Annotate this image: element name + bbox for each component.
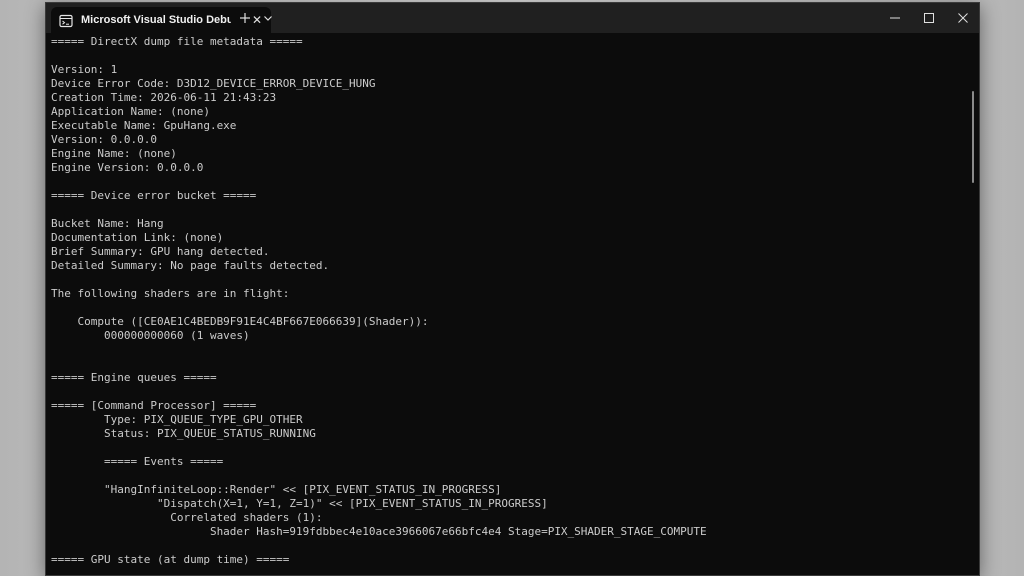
- console-line: Executable Name: GpuHang.exe: [51, 119, 237, 132]
- minimize-icon[interactable]: [878, 3, 912, 33]
- console-line: Status: PIX_QUEUE_STATUS_RUNNING: [51, 427, 316, 440]
- console-line: Device Error Code: D3D12_DEVICE_ERROR_DE…: [51, 77, 376, 90]
- console-line: Detailed Summary: No page faults detecte…: [51, 259, 330, 272]
- console-line: Application Name: (none): [51, 105, 210, 118]
- console-output[interactable]: ===== DirectX dump file metadata ===== Ve…: [51, 35, 966, 573]
- tab-title: Microsoft Visual Studio Debu: [81, 14, 231, 26]
- console-line: ===== DirectX dump file metadata =====: [51, 35, 303, 48]
- plus-icon[interactable]: [234, 8, 256, 28]
- console-line: Correlated shaders (1):: [51, 511, 323, 524]
- terminal-window: Microsoft Visual Studio Debu ✕ ===== Dir…: [45, 2, 980, 576]
- chevron-down-icon[interactable]: [258, 8, 278, 28]
- console-line: Engine Version: 0.0.0.0: [51, 161, 204, 174]
- console-line: Version: 0.0.0.0: [51, 133, 157, 146]
- console-line: Creation Time: 2026-06-11 21:43:23: [51, 91, 277, 104]
- scroll-thumb[interactable]: [972, 91, 974, 183]
- console-line: ===== Events =====: [51, 455, 224, 468]
- console-line: Type: PIX_QUEUE_TYPE_GPU_OTHER: [51, 413, 303, 426]
- console-line: Shader Hash=919fdbbec4e10ace3966067e66bf…: [51, 525, 707, 538]
- title-bar[interactable]: Microsoft Visual Studio Debu ✕: [46, 3, 979, 33]
- console-line: Compute ([CE0AE1C4BEDB9F91E4C4BF667E0666…: [51, 315, 429, 328]
- console-line: "Dispatch(X=1, Y=1, Z=1)" << [PIX_EVENT_…: [51, 497, 548, 510]
- console-line: ===== [Command Processor] =====: [51, 399, 257, 412]
- vertical-scrollbar[interactable]: [970, 35, 976, 573]
- console-line: ===== Engine queues =====: [51, 371, 217, 384]
- console-line: Engine Name: (none): [51, 147, 177, 160]
- console-line: Brief Summary: GPU hang detected.: [51, 245, 270, 258]
- terminal-icon: [59, 13, 73, 28]
- console-line: Bucket Name: Hang: [51, 217, 164, 230]
- console-line: 000000000060 (1 waves): [51, 329, 250, 342]
- console-line: ===== Device error bucket =====: [51, 189, 257, 202]
- maximize-icon[interactable]: [912, 3, 946, 33]
- console-line: The following shaders are in flight:: [51, 287, 290, 300]
- console-line: ===== GPU state (at dump time) =====: [51, 553, 290, 566]
- window-close-icon[interactable]: [946, 3, 979, 33]
- console-line: "HangInfiniteLoop::Render" << [PIX_EVENT…: [51, 483, 502, 496]
- console-line: Documentation Link: (none): [51, 231, 224, 244]
- console-line: Version: 1: [51, 63, 118, 76]
